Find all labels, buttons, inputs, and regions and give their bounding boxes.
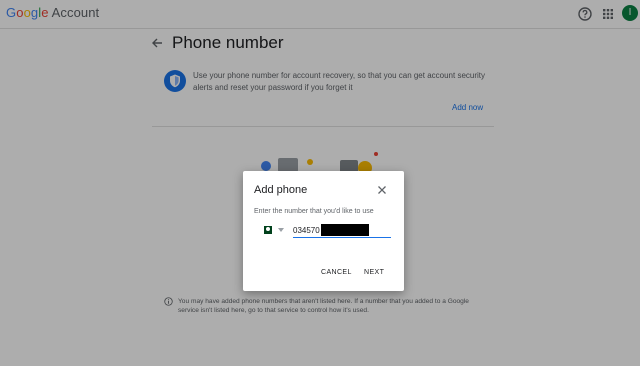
redacted-digits bbox=[321, 224, 369, 236]
cancel-button[interactable]: CANCEL bbox=[321, 269, 352, 276]
dialog-title: Add phone bbox=[254, 184, 308, 196]
next-button[interactable]: NEXT bbox=[364, 269, 384, 276]
phone-prompt-label: Enter the number that you'd like to use bbox=[254, 208, 374, 215]
pakistan-flag-icon[interactable] bbox=[262, 226, 272, 234]
add-phone-dialog: Add phone Enter the number that you'd li… bbox=[243, 171, 404, 291]
close-icon[interactable] bbox=[377, 185, 387, 195]
country-dropdown-chevron-icon[interactable] bbox=[278, 228, 284, 232]
